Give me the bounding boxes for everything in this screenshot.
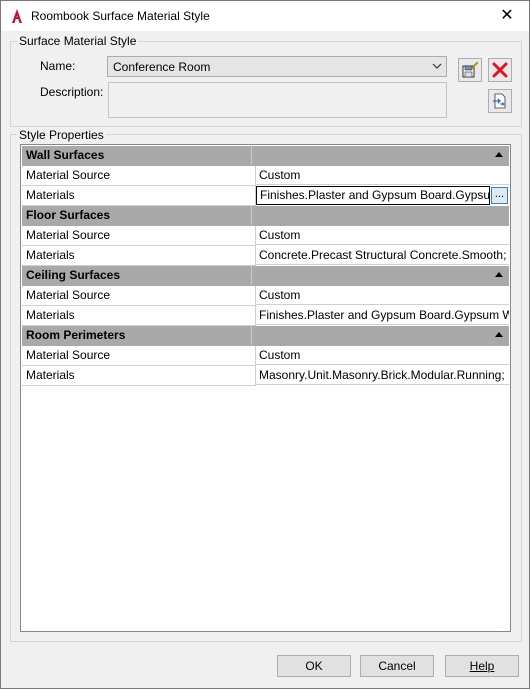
property-value[interactable]: Custom <box>256 226 509 245</box>
title-bar[interactable]: Roombook Surface Material Style ✕ <box>1 1 529 31</box>
property-row[interactable]: Materials Concrete.Precast Structural Co… <box>22 246 509 266</box>
property-key: Material Source <box>22 346 256 366</box>
surface-material-style-label: Surface Material Style <box>17 34 139 48</box>
description-field[interactable] <box>108 82 447 118</box>
section-header-ceiling-surfaces[interactable]: Ceiling Surfaces <box>22 266 509 286</box>
property-key: Material Source <box>22 286 256 306</box>
edit-style-icon <box>462 62 478 78</box>
property-key: Material Source <box>22 226 256 246</box>
property-grid[interactable]: Wall Surfaces Material Source Custom Mat… <box>20 144 511 632</box>
section-title: Ceiling Surfaces <box>22 266 252 285</box>
cancel-button[interactable]: Cancel <box>360 655 434 677</box>
import-arrow-icon <box>493 93 506 109</box>
collapse-arrow-icon[interactable] <box>495 272 503 277</box>
property-value[interactable]: Finishes.Plaster and Gypsum Board.Gypsum… <box>256 306 509 325</box>
style-properties-label: Style Properties <box>17 128 106 142</box>
dialog-window: Roombook Surface Material Style ✕ Surfac… <box>0 0 530 689</box>
property-key: Materials <box>22 246 256 266</box>
section-header-fill <box>256 206 509 225</box>
section-title: Wall Surfaces <box>22 146 252 165</box>
property-key: Materials <box>22 186 256 206</box>
section-header-floor-surfaces[interactable]: Floor Surfaces <box>22 206 509 226</box>
section-header-fill <box>256 146 509 165</box>
ok-button[interactable]: OK <box>277 655 351 677</box>
collapse-arrow-icon[interactable] <box>495 332 503 337</box>
property-value[interactable]: Custom <box>256 166 509 185</box>
property-key: Material Source <box>22 166 256 186</box>
property-row[interactable]: Materials Finishes.Plaster and Gypsum Bo… <box>22 306 509 326</box>
section-header-fill <box>256 326 509 345</box>
name-combobox-value: Conference Room <box>113 60 211 74</box>
edit-style-button[interactable] <box>458 58 482 82</box>
property-key: Materials <box>22 366 256 386</box>
help-button[interactable]: Help <box>445 655 519 677</box>
property-row[interactable]: Material Source Custom <box>22 226 509 246</box>
materials-edit-field[interactable]: Finishes.Plaster and Gypsum Board.Gypsum <box>256 186 490 205</box>
property-row[interactable]: Material Source Custom <box>22 166 509 186</box>
property-key: Materials <box>22 306 256 326</box>
autocad-logo-icon <box>12 9 22 23</box>
description-label: Description: <box>40 85 104 99</box>
name-label: Name: <box>40 59 76 73</box>
name-combobox[interactable]: Conference Room <box>107 56 447 77</box>
delete-x-icon <box>492 62 508 78</box>
collapse-arrow-icon[interactable] <box>495 152 503 157</box>
property-row[interactable]: Material Source Custom <box>22 346 509 366</box>
property-row[interactable]: Material Source Custom <box>22 286 509 306</box>
delete-style-button[interactable] <box>488 58 512 82</box>
property-row[interactable]: Materials Masonry.Unit.Masonry.Brick.Mod… <box>22 366 509 386</box>
section-header-room-perimeters[interactable]: Room Perimeters <box>22 326 509 346</box>
section-title: Room Perimeters <box>22 326 252 345</box>
chevron-down-icon <box>432 63 442 69</box>
section-header-wall-surfaces[interactable]: Wall Surfaces <box>22 146 509 166</box>
property-row[interactable]: Materials Finishes.Plaster and Gypsum Bo… <box>22 186 509 206</box>
property-value[interactable]: Custom <box>256 286 509 305</box>
section-title: Floor Surfaces <box>22 206 252 225</box>
property-value[interactable]: Masonry.Unit.Masonry.Brick.Modular.Runni… <box>256 366 509 385</box>
property-value[interactable]: Custom <box>256 346 509 365</box>
window-title: Roombook Surface Material Style <box>31 9 210 23</box>
import-style-button[interactable] <box>488 89 512 113</box>
close-window-button[interactable]: ✕ <box>485 1 529 31</box>
section-header-fill <box>256 266 509 285</box>
browse-materials-button[interactable]: ... <box>491 187 508 204</box>
property-value[interactable]: Concrete.Precast Structural Concrete.Smo… <box>256 246 509 265</box>
